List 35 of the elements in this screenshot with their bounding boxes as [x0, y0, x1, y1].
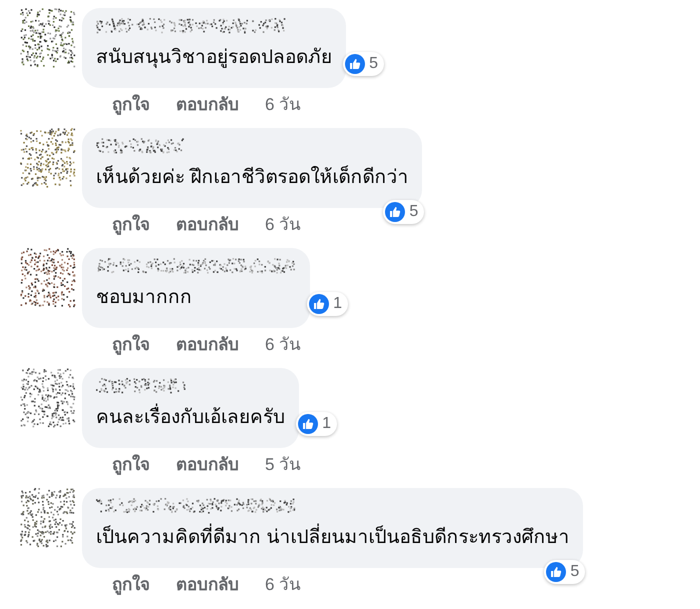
thumbs-up-icon: [546, 562, 566, 582]
like-link[interactable]: ถูกใจ: [112, 332, 150, 358]
comment-text: เห็นด้วยค่ะ ฝึกเอาชีวิตรอดให้เด็กดีกว่า: [96, 164, 408, 190]
timestamp[interactable]: 5 วัน: [265, 452, 302, 478]
reply-link[interactable]: ตอบกลับ: [176, 572, 239, 598]
timestamp[interactable]: 6 วัน: [265, 572, 302, 598]
avatar: [20, 368, 76, 428]
reaction-badge[interactable]: 5: [383, 200, 424, 224]
comment-text: ชอบมากกก: [96, 286, 193, 310]
like-link[interactable]: ถูกใจ: [112, 452, 150, 478]
thumbs-up-icon: [345, 54, 366, 74]
reply-link[interactable]: ตอบกลับ: [176, 452, 239, 478]
like-link[interactable]: ถูกใจ: [112, 212, 150, 238]
thumbs-up-icon: [385, 202, 406, 222]
avatar: [20, 488, 76, 548]
thumbs-up-icon: [309, 294, 330, 314]
reply-link[interactable]: ตอบกลับ: [176, 92, 239, 118]
avatar: [20, 248, 76, 308]
reply-link[interactable]: ตอบกลับ: [176, 212, 239, 238]
timestamp[interactable]: 6 วัน: [265, 212, 302, 238]
like-link[interactable]: ถูกใจ: [112, 92, 150, 118]
comment-text: สนับสนุนวิชาอยู่รอดปลอดภัย: [96, 46, 332, 70]
timestamp[interactable]: 6 วัน: [265, 332, 302, 358]
thumbs-up-icon: [298, 414, 318, 434]
reply-link[interactable]: ตอบกลับ: [176, 332, 239, 358]
reaction-badge[interactable]: 1: [307, 292, 348, 316]
avatar: [20, 8, 76, 68]
comment-text: คนละเรื่องกับเอ้เลยครับ: [96, 404, 285, 432]
comment-text: เป็นความคิดที่ดีมาก น่าเปลี่ยนมาเป็นอธิบดีกระทรวงศึกษา: [96, 524, 570, 552]
reaction-badge[interactable]: 5: [343, 52, 384, 76]
like-link[interactable]: ถูกใจ: [112, 572, 150, 598]
avatar: [20, 128, 76, 188]
reaction-badge[interactable]: 5: [544, 560, 586, 584]
timestamp[interactable]: 6 วัน: [265, 92, 302, 118]
reaction-badge[interactable]: 1: [296, 412, 337, 436]
